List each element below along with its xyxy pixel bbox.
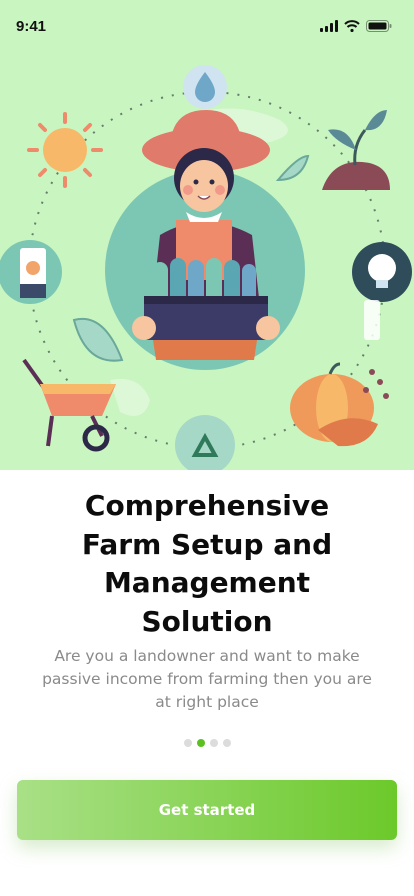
onboarding-subtitle: Are you a landowner and want to make pas… bbox=[42, 647, 372, 711]
page-dot[interactable] bbox=[222, 739, 231, 747]
status-icons bbox=[320, 20, 392, 32]
pumpkin-icon bbox=[290, 362, 389, 447]
page-dot[interactable] bbox=[183, 739, 192, 747]
status-bar: 9:41 bbox=[0, 0, 414, 52]
page-indicator bbox=[0, 739, 414, 747]
status-time: 9:41 bbox=[16, 17, 47, 35]
plant-sprout-icon bbox=[322, 110, 390, 190]
farmer-illustration bbox=[0, 65, 412, 475]
water-drop-icon bbox=[183, 65, 227, 109]
bulb-icon bbox=[352, 242, 412, 340]
seed-packet-icon bbox=[0, 240, 62, 304]
page-dot[interactable] bbox=[209, 739, 218, 747]
page-dot-active[interactable] bbox=[196, 739, 205, 747]
get-started-button[interactable]: Get started bbox=[17, 780, 397, 840]
sun-icon bbox=[27, 112, 103, 188]
wheelbarrow-icon bbox=[22, 358, 116, 452]
onboarding-title: Comprehensive Farm Setup and Management … bbox=[81, 489, 333, 638]
battery-icon bbox=[366, 20, 392, 32]
wifi-icon bbox=[344, 20, 360, 32]
hero-illustration-area: 9:41 bbox=[0, 0, 414, 520]
signal-icon bbox=[320, 20, 338, 32]
